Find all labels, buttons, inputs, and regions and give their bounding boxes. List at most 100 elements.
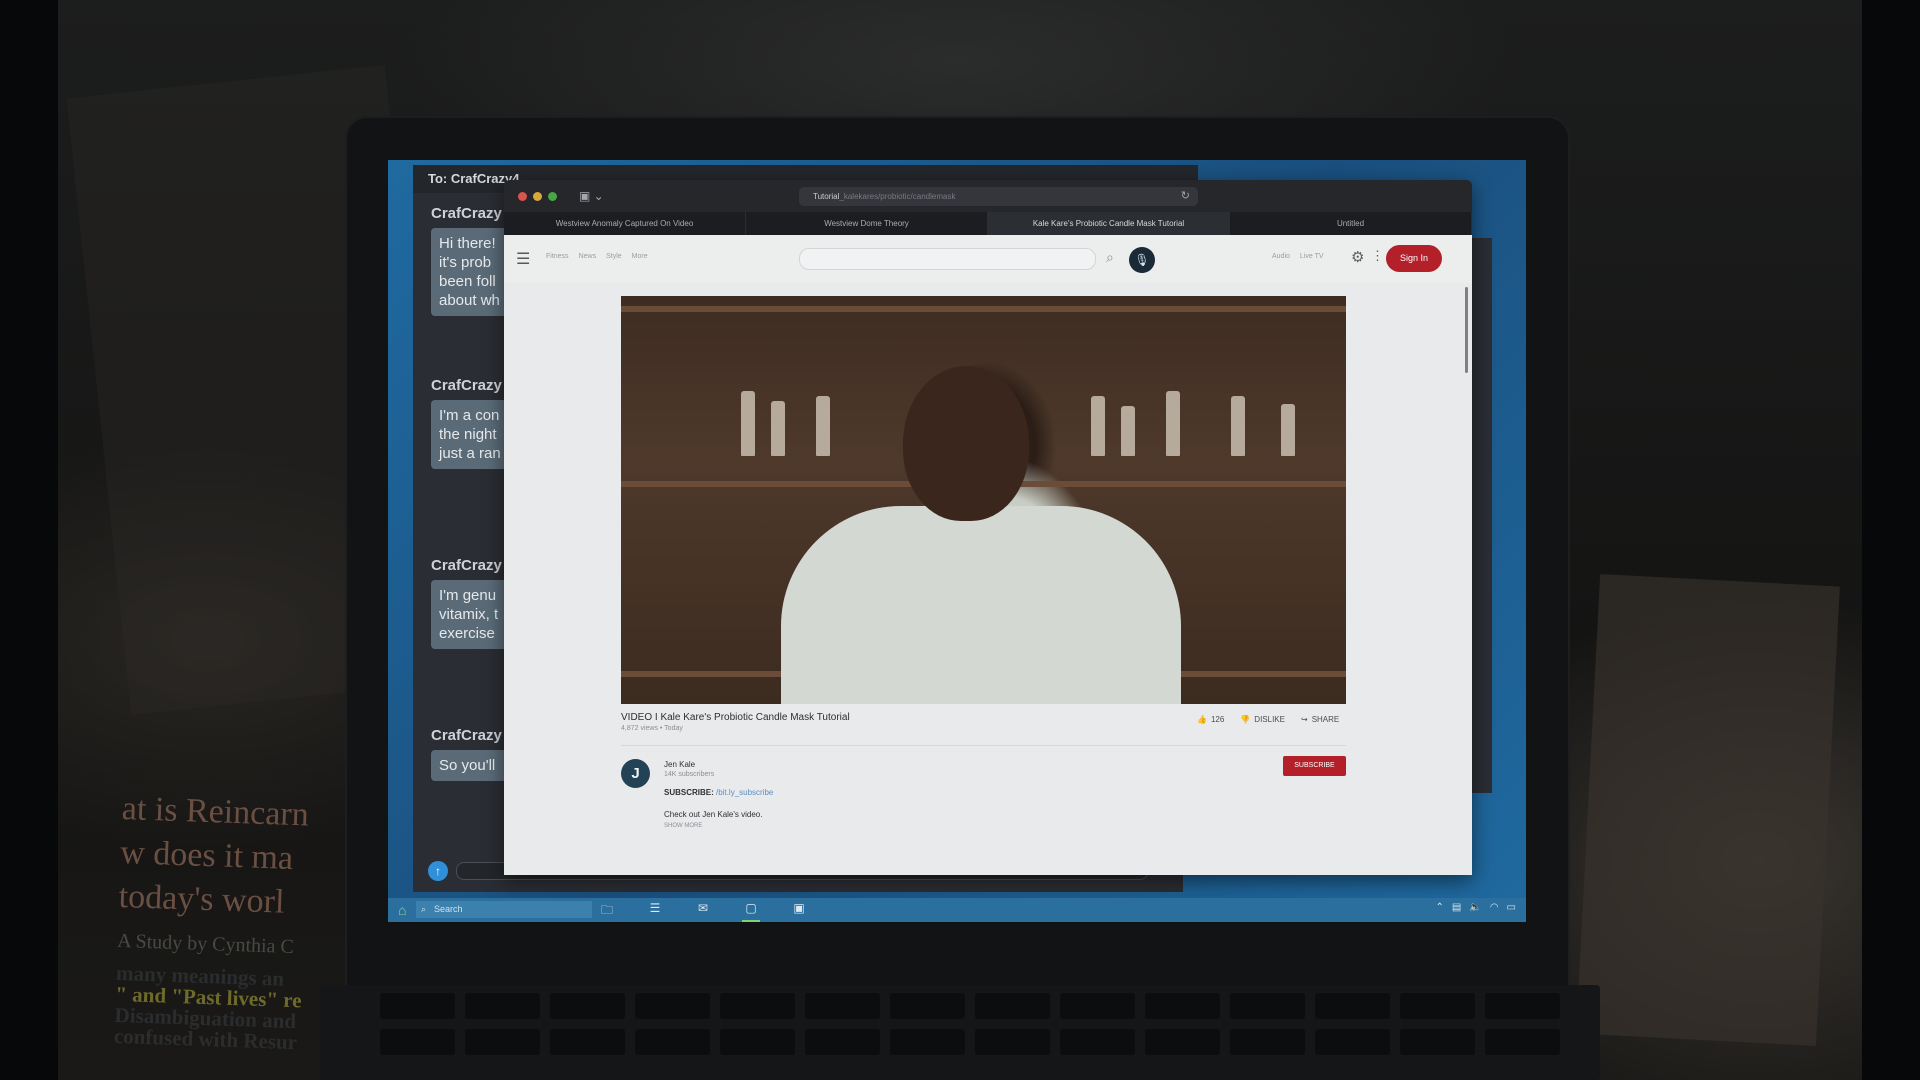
header-links: Audio Live TV xyxy=(1272,253,1324,260)
search-input[interactable] xyxy=(799,248,1096,270)
attach-icon[interactable]: ↑ xyxy=(428,861,448,881)
gear-icon[interactable]: ⚙ xyxy=(1351,248,1364,266)
subscribe-button[interactable]: SUBSCRIBE xyxy=(1283,756,1346,776)
home-icon[interactable]: ⌂ xyxy=(398,902,406,918)
shelf-bottle xyxy=(816,396,830,456)
key xyxy=(890,993,965,1019)
subscriber-count: 14K subscribers xyxy=(664,771,715,778)
avatar[interactable]: J xyxy=(621,759,650,788)
key xyxy=(975,993,1050,1019)
shelf-bottle xyxy=(741,391,755,456)
background-window-edge xyxy=(1472,238,1492,793)
description-subscribe-line: SUBSCRIBE: /bit.ly_subscribe xyxy=(664,788,773,797)
sign-in-button[interactable]: Sign In xyxy=(1386,245,1442,272)
key xyxy=(380,1029,455,1055)
divider xyxy=(621,745,1346,746)
key xyxy=(380,993,455,1019)
thumbs-down-icon: 👎 xyxy=(1240,715,1251,724)
key xyxy=(1145,993,1220,1019)
thumbs-up-icon: 👍 xyxy=(1197,715,1207,724)
tab-untitled[interactable]: Untitled xyxy=(1230,212,1472,235)
key xyxy=(635,993,710,1019)
maximize-window-button[interactable] xyxy=(548,192,557,201)
header-link[interactable]: Audio xyxy=(1272,253,1290,260)
key xyxy=(465,993,540,1019)
laptop-screen: To: CrafCrazy4 CrafCrazy Hi there! it's … xyxy=(388,160,1526,922)
share-button[interactable]: ↪ SHARE xyxy=(1301,715,1339,724)
taskbar-apps: 🗀 ☰ ✉ ▢ ▣ xyxy=(598,901,808,922)
scrollbar[interactable] xyxy=(1465,287,1468,373)
dislike-button[interactable]: 👎 DISLIKE xyxy=(1240,715,1285,724)
tab-westview-anomaly[interactable]: Westview Anomaly Captured On Video xyxy=(504,212,746,235)
dislike-label: DISLIKE xyxy=(1254,715,1285,724)
show-more-link[interactable]: SHOW MORE xyxy=(664,823,702,829)
share-label: SHARE xyxy=(1311,715,1340,724)
folder-icon[interactable]: 🗀 xyxy=(598,901,616,922)
background-map xyxy=(1576,574,1840,1046)
nav-link[interactable]: More xyxy=(632,253,648,260)
sidebar-toggle-icon[interactable]: ▣ ⌄ xyxy=(579,189,604,203)
shelf-bottle xyxy=(771,401,785,456)
key xyxy=(550,993,625,1019)
key xyxy=(720,1029,795,1055)
key xyxy=(805,993,880,1019)
key xyxy=(1230,1029,1305,1055)
volume-icon[interactable]: 🔈 xyxy=(1469,902,1481,913)
mail-icon[interactable]: ✉ xyxy=(694,901,712,922)
video-player[interactable] xyxy=(621,296,1346,704)
shelf-bottle xyxy=(1231,396,1245,456)
tab-candle-mask[interactable]: Kale Kare's Probiotic Candle Mask Tutori… xyxy=(988,212,1230,235)
subscribe-link[interactable]: /bit.ly_subscribe xyxy=(716,788,773,797)
shelf xyxy=(621,306,1346,312)
page-content: ☰ Fitness News Style More ⌕ 🎙 Audio Live… xyxy=(504,235,1472,875)
chevron-up-icon[interactable]: ⌃ xyxy=(1436,902,1444,913)
shelf-bottle xyxy=(1121,406,1135,456)
video-title: VIDEO I Kale Kare's Probiotic Candle Mas… xyxy=(621,712,850,723)
close-window-button[interactable] xyxy=(518,192,527,201)
taskbar-search[interactable]: ⌕ Search xyxy=(416,901,592,918)
menu-icon[interactable]: ☰ xyxy=(516,249,530,269)
browser-app-icon[interactable]: ▢ xyxy=(742,901,760,922)
search-icon: ⌕ xyxy=(421,904,427,914)
key xyxy=(1485,1029,1560,1055)
nav-link[interactable]: Style xyxy=(606,253,622,260)
photos-icon[interactable]: ▣ xyxy=(790,901,808,922)
network-icon[interactable]: ▤ xyxy=(1452,902,1461,913)
more-options-icon[interactable]: ⋮ xyxy=(1371,248,1384,264)
video-description: Check out Jen Kale's video. xyxy=(664,810,763,819)
minimize-window-button[interactable] xyxy=(533,192,542,201)
site-nav: Fitness News Style More xyxy=(546,253,648,260)
url-path: _kalekares/probiotic/candlemask xyxy=(839,192,956,201)
key xyxy=(550,1029,625,1055)
subscribe-prefix: SUBSCRIBE: xyxy=(664,788,717,797)
nav-link[interactable]: News xyxy=(579,253,597,260)
address-bar[interactable]: Tutorial_kalekares/probiotic/candlemask … xyxy=(799,187,1198,206)
key xyxy=(1315,993,1390,1019)
key xyxy=(890,1029,965,1055)
list-icon[interactable]: ☰ xyxy=(646,901,664,922)
reload-icon[interactable]: ↻ xyxy=(1181,187,1190,206)
keyboard-row xyxy=(380,993,1560,1019)
url-domain: Tutorial xyxy=(813,192,840,201)
notification-icon[interactable]: ▭ xyxy=(1507,902,1516,913)
presenter-figure xyxy=(781,506,1181,704)
key xyxy=(1400,1029,1475,1055)
key xyxy=(1060,993,1135,1019)
video-meta: 4,872 views • Today xyxy=(621,725,683,732)
key xyxy=(465,1029,540,1055)
tab-bar: Westview Anomaly Captured On Video Westv… xyxy=(504,212,1472,235)
like-count: 126 xyxy=(1210,715,1225,724)
tab-westview-dome[interactable]: Westview Dome Theory xyxy=(746,212,988,235)
key xyxy=(1315,1029,1390,1055)
header-link[interactable]: Live TV xyxy=(1300,253,1324,260)
nav-link[interactable]: Fitness xyxy=(546,253,569,260)
microphone-icon[interactable]: 🎙 xyxy=(1129,247,1155,273)
presenter-head xyxy=(903,366,1029,521)
channel-name[interactable]: Jen Kale xyxy=(664,760,695,769)
key xyxy=(1400,993,1475,1019)
wifi-icon[interactable]: ◠ xyxy=(1490,902,1499,913)
search-icon[interactable]: ⌕ xyxy=(1106,249,1114,266)
keyboard-row xyxy=(380,1029,1560,1055)
key xyxy=(1060,1029,1135,1055)
like-button[interactable]: 👍 126 xyxy=(1197,715,1224,724)
